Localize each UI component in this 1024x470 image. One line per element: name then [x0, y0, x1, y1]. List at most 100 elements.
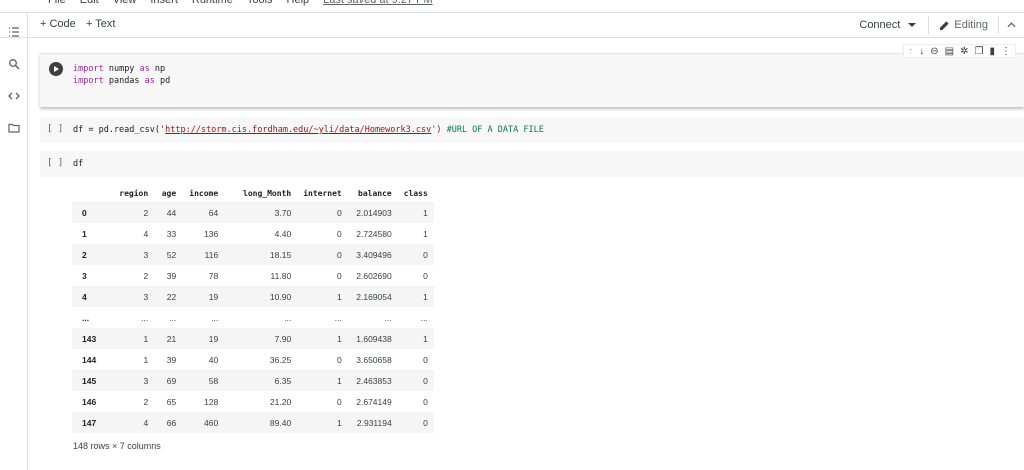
table-cell: 3.650658 — [356, 354, 392, 365]
move-up-icon[interactable]: ↑ — [908, 46, 913, 57]
last-saved-link[interactable]: Last saved at 9:27 PM — [323, 0, 432, 8]
comment-icon[interactable]: ▤ — [945, 46, 954, 57]
table-cell: 1 — [143, 354, 149, 365]
row-index: 3 — [82, 270, 87, 281]
table-cell: 3.70 — [274, 207, 292, 218]
more-icon[interactable]: ⋮ — [1001, 46, 1011, 57]
table-cell: 21.20 — [269, 396, 292, 407]
table-cell: ... — [169, 312, 177, 323]
run-cell-button[interactable] — [49, 62, 63, 76]
row-index: 4 — [82, 291, 87, 302]
table-cell: 1 — [336, 375, 342, 386]
menu-bar: File Edit View Insert Runtime Tools Help… — [48, 0, 433, 8]
table-row: 145 3 69 58 6.35 1 2.463853 0 — [72, 370, 434, 391]
table-cell: 19 — [208, 333, 219, 344]
code-cell-read-csv[interactable]: [ ] df = pd.read_csv('http://storm.cis.f… — [40, 117, 1024, 143]
table-cell: 0 — [423, 417, 428, 428]
table-cell: 0 — [423, 375, 428, 386]
collapse-header-button[interactable] — [998, 16, 1024, 34]
cell-toolbar: ↑ ↓ ⊖ ▤ ✲ ❐ ▮ ⋮ — [903, 44, 1016, 58]
search-icon[interactable] — [8, 58, 20, 70]
table-row: 2 3 52 116 18.15 0 3.409496 0 — [72, 244, 434, 265]
table-cell: 3 — [143, 291, 149, 302]
table-cell: 64 — [208, 207, 219, 218]
table-cell: 52 — [166, 249, 177, 260]
code-comment: #URL OF A DATA FILE — [446, 125, 544, 135]
cell-code[interactable]: df — [73, 158, 83, 170]
column-header: age — [161, 188, 177, 198]
editing-mode-button[interactable]: Editing — [929, 19, 998, 31]
table-row: ........................ — [72, 307, 434, 328]
menu-insert[interactable]: Insert — [150, 0, 178, 8]
row-index: 2 — [82, 249, 87, 260]
table-cell: 1 — [336, 333, 342, 344]
table-cell: 1 — [143, 333, 149, 344]
menu-view[interactable]: View — [113, 0, 137, 8]
notebook-toolbar: + Code + Text Connect Editing — [0, 12, 1024, 38]
code-cell-imports[interactable]: import numpy as np import pandas as pd — [40, 53, 1024, 107]
table-cell: 39 — [166, 354, 177, 365]
dataframe-shape: 148 rows × 7 columns — [73, 441, 161, 451]
table-cell: 0 — [423, 396, 428, 407]
code-snippets-icon[interactable] — [8, 90, 20, 102]
row-index: 146 — [82, 396, 97, 407]
code-cell-df[interactable]: [ ] df — [40, 151, 1024, 177]
table-cell: 128 — [204, 396, 219, 407]
table-cell: ... — [284, 312, 292, 323]
table-row: 143 1 21 19 7.90 1 1.609438 1 — [72, 328, 434, 349]
table-cell: 0 — [423, 354, 428, 365]
table-cell: 89.40 — [269, 417, 292, 428]
cell-run-status[interactable]: [ ] — [47, 124, 63, 134]
table-cell: 2 — [143, 207, 149, 218]
table-cell: 460 — [204, 417, 219, 428]
dataframe-output: region age income long_Month internet ba… — [72, 184, 434, 433]
table-cell: 1 — [336, 291, 342, 302]
cell-code[interactable]: df = pd.read_csv('http://storm.cis.fordh… — [73, 124, 544, 136]
table-cell: 21 — [166, 333, 177, 344]
files-icon[interactable] — [8, 122, 20, 134]
link-icon[interactable]: ⊖ — [930, 46, 938, 57]
table-cell: 65 — [166, 396, 177, 407]
menu-edit[interactable]: Edit — [80, 0, 99, 8]
move-down-icon[interactable]: ↓ — [919, 46, 924, 57]
mirror-icon[interactable]: ❐ — [975, 46, 984, 57]
menu-help[interactable]: Help — [287, 0, 310, 8]
toc-icon[interactable] — [8, 26, 20, 38]
table-cell: 116 — [204, 249, 219, 260]
row-index: ... — [82, 312, 90, 323]
chevron-up-icon — [1007, 22, 1016, 28]
menu-tools[interactable]: Tools — [247, 0, 273, 8]
table-cell: 1 — [423, 207, 428, 218]
cell-code[interactable]: import numpy as np import pandas as pd — [73, 63, 170, 87]
settings-icon[interactable]: ✲ — [960, 46, 968, 57]
code-suffix: ') — [431, 125, 447, 135]
table-cell: 6.35 — [274, 375, 292, 386]
connect-button[interactable]: Connect — [859, 16, 930, 34]
table-cell: 10.90 — [269, 291, 292, 302]
table-cell: ... — [384, 312, 392, 323]
table-cell: 136 — [204, 228, 219, 239]
delete-icon[interactable]: ▮ — [989, 46, 995, 57]
table-cell: 40 — [208, 354, 219, 365]
add-text-button[interactable]: + Text — [86, 18, 115, 30]
dropdown-arrow-icon — [908, 23, 917, 27]
add-code-button[interactable]: + Code — [40, 18, 76, 30]
table-cell: 36.25 — [269, 354, 292, 365]
table-cell: 18.15 — [269, 249, 292, 260]
table-cell: 1 — [423, 291, 428, 302]
table-cell: ... — [141, 312, 149, 323]
row-index: 0 — [82, 207, 87, 218]
table-cell: 3 — [143, 249, 149, 260]
table-row: 1 4 33 136 4.40 0 2.724580 1 — [72, 223, 434, 244]
row-index: 143 — [82, 333, 97, 344]
pencil-icon — [940, 20, 949, 30]
menu-runtime[interactable]: Runtime — [192, 0, 233, 8]
csv-url-link[interactable]: http://storm.cis.fordham.edu/~yli/data/H… — [165, 125, 431, 135]
table-cell: 4 — [143, 417, 149, 428]
table-cell: 33 — [166, 228, 177, 239]
cell-run-status[interactable]: [ ] — [47, 158, 63, 168]
menu-file[interactable]: File — [48, 0, 66, 8]
table-cell: 2.014903 — [356, 207, 392, 218]
code-prefix: df = pd.read_csv(' — [73, 125, 166, 135]
table-cell: 4 — [143, 228, 149, 239]
